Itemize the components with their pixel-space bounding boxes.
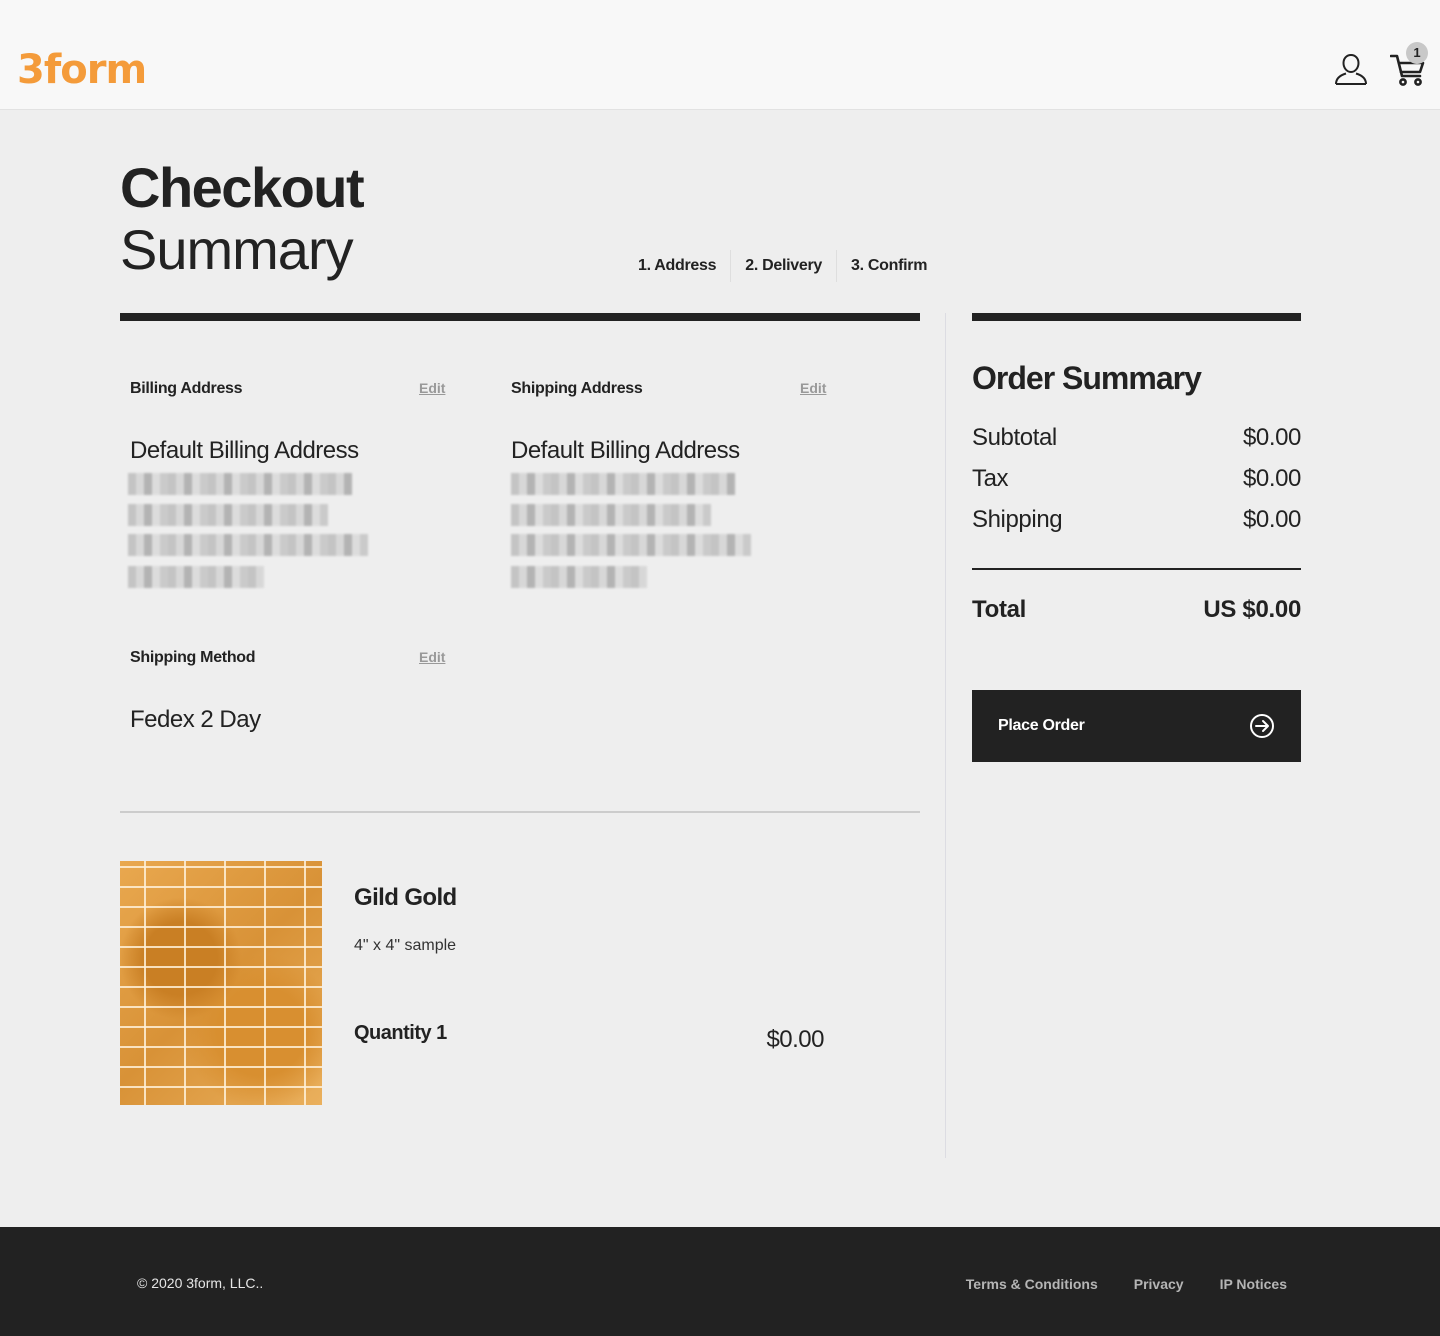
page-title: Checkout <box>120 156 365 219</box>
footer-link-ip-notices[interactable]: IP Notices <box>1220 1276 1287 1292</box>
shipping-redacted-line <box>511 504 711 526</box>
summary-label: Shipping <box>972 506 1063 533</box>
billing-address-name: Default Billing Address <box>130 437 359 464</box>
step-delivery[interactable]: 2. Delivery <box>731 250 837 282</box>
summary-value: $0.00 <box>1242 506 1301 533</box>
billing-redacted-line <box>128 504 328 526</box>
billing-edit-link[interactable]: Edit <box>419 380 445 396</box>
arrow-circle-right-icon <box>1250 714 1274 738</box>
shipping-redacted-line <box>511 473 735 495</box>
shipping-edit-link[interactable]: Edit <box>800 380 826 396</box>
place-order-button[interactable]: Place Order <box>972 690 1301 762</box>
column-divider <box>945 313 946 1158</box>
step-confirm[interactable]: 3. Confirm <box>837 250 927 282</box>
footer-link-terms[interactable]: Terms & Conditions <box>966 1276 1098 1292</box>
checkout-steps: 1. Address 2. Delivery 3. Confirm <box>624 250 927 282</box>
copyright: © 2020 3form, LLC.. <box>137 1275 264 1291</box>
billing-redacted-line <box>128 566 264 588</box>
place-order-label: Place Order <box>998 717 1085 734</box>
cart-count-badge: 1 <box>1406 42 1428 64</box>
order-summary-title: Order Summary <box>972 360 1202 396</box>
billing-address-label: Billing Address <box>130 380 243 397</box>
product-name: Gild Gold <box>354 884 457 911</box>
user-icon[interactable] <box>1334 52 1368 86</box>
summary-row-shipping: Shipping $0.00 <box>972 506 1301 534</box>
shipping-address-label: Shipping Address <box>511 380 643 397</box>
shipping-method-edit-link[interactable]: Edit <box>419 649 445 665</box>
summary-row-subtotal: Subtotal $0.00 <box>972 424 1301 452</box>
product-image <box>120 861 322 1105</box>
step-address[interactable]: 1. Address <box>624 250 732 282</box>
summary-label: Subtotal <box>972 424 1057 451</box>
billing-redacted-line <box>128 473 352 495</box>
shipping-redacted-line <box>511 566 647 588</box>
summary-divider <box>972 568 1301 570</box>
section-top-rule <box>120 313 920 321</box>
summary-total: Total US $0.00 <box>972 596 1301 624</box>
summary-row-tax: Tax $0.00 <box>972 465 1301 493</box>
logo[interactable]: 3form <box>17 48 147 92</box>
site-footer: © 2020 3form, LLC.. Terms & Conditions P… <box>0 1227 1440 1336</box>
checkout-main: Checkout Summary 1. Address 2. Delivery … <box>0 110 1440 1227</box>
site-header: 3form 1 <box>0 0 1440 110</box>
shipping-address-name: Default Billing Address <box>511 437 740 464</box>
product-description: 4" x 4" sample <box>354 937 457 954</box>
page-subtitle: Summary <box>120 218 354 281</box>
total-label: Total <box>972 596 1027 623</box>
shipping-redacted-line <box>511 534 751 556</box>
billing-redacted-line <box>128 534 368 556</box>
footer-link-privacy[interactable]: Privacy <box>1134 1276 1184 1292</box>
summary-value: $0.00 <box>1242 424 1301 451</box>
summary-top-rule <box>972 313 1301 321</box>
section-divider <box>120 811 920 813</box>
product-price: $0.00 <box>766 1026 824 1053</box>
footer-links: Terms & Conditions Privacy IP Notices <box>966 1276 1287 1292</box>
shipping-method-label: Shipping Method <box>130 649 256 666</box>
summary-label: Tax <box>972 465 1009 492</box>
summary-value: $0.00 <box>1242 465 1301 492</box>
product-quantity: Quantity 1 <box>354 1022 447 1044</box>
total-value: US $0.00 <box>1203 596 1301 623</box>
shipping-method-value: Fedex 2 Day <box>130 706 261 733</box>
